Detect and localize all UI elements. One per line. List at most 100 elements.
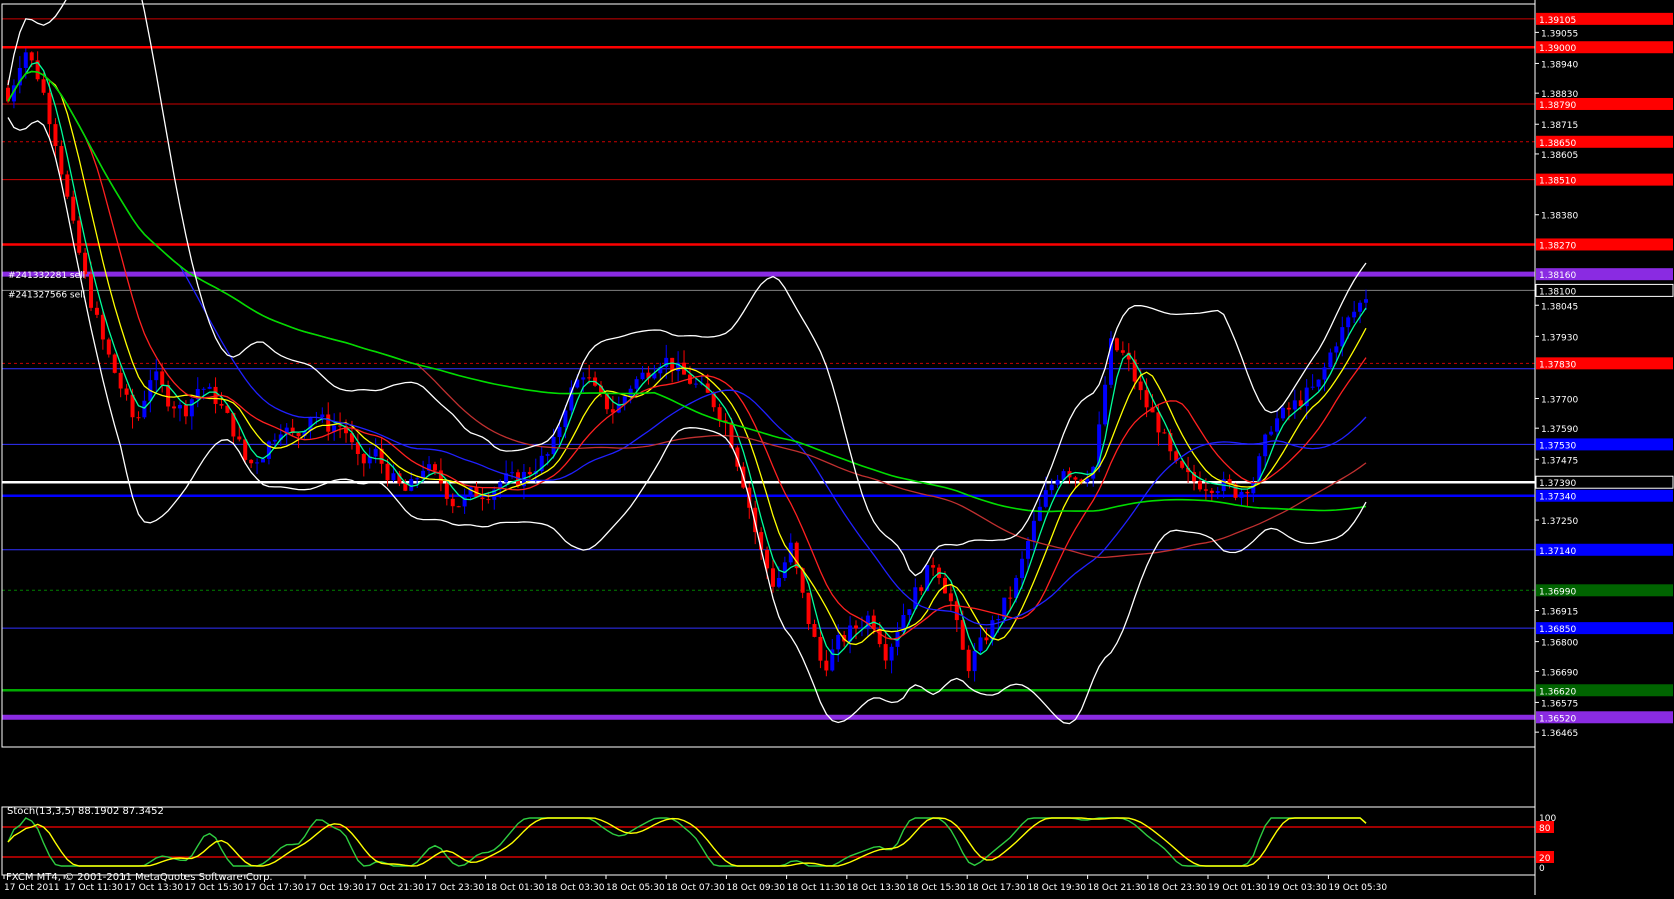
y-tick-label: 1.36465 xyxy=(1541,729,1578,739)
candle-body xyxy=(403,483,408,491)
candle-body xyxy=(1073,477,1078,480)
candles xyxy=(6,48,1368,682)
price-label: 1.38650 xyxy=(1539,139,1576,149)
candle-body xyxy=(563,410,568,428)
candle-body xyxy=(1138,381,1143,391)
candle-body xyxy=(1269,431,1274,435)
y-tick-label: 1.39055 xyxy=(1541,29,1578,39)
candle-body xyxy=(65,174,70,197)
x-tick-label: 17 Oct 15:30 xyxy=(185,883,244,893)
x-tick-label: 18 Oct 03:30 xyxy=(546,883,605,893)
candle-body xyxy=(1031,520,1036,542)
x-tick-label: 18 Oct 07:30 xyxy=(666,883,725,893)
candle-body xyxy=(23,52,28,68)
price-label: 1.38510 xyxy=(1539,177,1576,187)
candle-body xyxy=(978,637,983,651)
y-tick-label: 1.37475 xyxy=(1541,456,1578,466)
bollinger-upper-line xyxy=(7,0,1367,577)
ma-fast-line xyxy=(7,61,1367,656)
stoch-axis-label: 0 xyxy=(1539,864,1545,874)
candle-body xyxy=(1239,491,1244,498)
y-tick-label: 1.36690 xyxy=(1541,668,1578,678)
price-label: 1.36620 xyxy=(1539,687,1576,697)
candle-body xyxy=(1049,484,1054,491)
order-label: #241332281 sell xyxy=(8,271,85,281)
y-tick-label: 1.37930 xyxy=(1541,333,1578,343)
stoch-axis-label: 20 xyxy=(1539,854,1551,864)
candle-body xyxy=(966,649,971,672)
candle-body xyxy=(296,432,301,437)
candle-body xyxy=(59,146,64,175)
candle-body xyxy=(948,593,953,602)
candle-body xyxy=(628,388,633,397)
x-tick-label: 17 Oct 13:30 xyxy=(124,883,183,893)
candle-body xyxy=(112,354,117,373)
candle-body xyxy=(450,498,455,507)
candle-body xyxy=(984,637,989,641)
stoch-axis-label: 80 xyxy=(1539,824,1551,834)
price-label: 1.37530 xyxy=(1539,441,1576,451)
candle-body xyxy=(919,587,924,592)
footer-copyright: FXCM MT4, © 2001-2011 MetaQuotes Softwar… xyxy=(6,872,273,883)
stochastic-pane[interactable] xyxy=(2,817,1535,867)
candle-body xyxy=(219,403,224,406)
x-tick-label: 17 Oct 2011 xyxy=(4,883,60,893)
candle-body xyxy=(136,417,141,419)
candle-body xyxy=(255,462,260,464)
candle-body xyxy=(415,478,420,480)
x-tick-label: 17 Oct 23:30 xyxy=(425,883,484,893)
candle-body xyxy=(71,196,76,221)
candle-body xyxy=(1120,350,1125,353)
price-pane[interactable]: #241332281 sell #241327566 sell xyxy=(2,0,1535,725)
candle-body xyxy=(462,494,467,507)
candle-body xyxy=(177,404,182,409)
candle-body xyxy=(47,92,52,125)
candle-body xyxy=(1025,541,1030,559)
candle-body xyxy=(996,619,1001,621)
x-tick-label: 17 Oct 17:30 xyxy=(245,883,304,893)
y-tick-label: 1.37700 xyxy=(1541,395,1578,405)
candle-body xyxy=(818,636,823,661)
y-tick-label: 1.38380 xyxy=(1541,212,1578,222)
candle-body xyxy=(1156,412,1161,433)
candle-body xyxy=(770,568,775,587)
axes: 1.390551.389401.388301.387151.386051.383… xyxy=(1,0,1674,895)
price-label: 1.38270 xyxy=(1539,241,1576,251)
price-label: 1.36520 xyxy=(1539,714,1576,724)
candle-body xyxy=(154,371,159,381)
x-tick-label: 19 Oct 05:30 xyxy=(1328,883,1387,893)
candle-body xyxy=(373,448,378,457)
candle-body xyxy=(189,399,194,417)
candle-body xyxy=(118,372,123,389)
price-label: 1.38100 xyxy=(1539,287,1576,297)
price-pane-border xyxy=(1,3,1536,748)
candle-body xyxy=(557,427,562,437)
candle-body xyxy=(444,483,449,499)
price-label: 1.38160 xyxy=(1539,271,1576,281)
candle-body xyxy=(1292,400,1297,410)
candle-body xyxy=(587,377,592,379)
x-tick-label: 17 Oct 19:30 xyxy=(305,883,364,893)
y-tick-label: 1.37590 xyxy=(1541,425,1578,435)
candle-body xyxy=(94,307,99,315)
candle-body xyxy=(1245,491,1250,494)
candle-body xyxy=(1322,367,1327,380)
x-tick-label: 18 Oct 13:30 xyxy=(847,883,906,893)
candle-body xyxy=(1280,407,1285,419)
candle-body xyxy=(889,646,894,661)
candle-body xyxy=(1215,491,1220,493)
candle-body xyxy=(1203,489,1208,491)
chart-canvas[interactable]: #241332281 sell #241327566 sell 1.39055 1.… xyxy=(0,0,1674,895)
candle-body xyxy=(545,454,550,456)
candle-body xyxy=(1364,299,1368,303)
candle-body xyxy=(854,625,859,629)
candle-body xyxy=(243,439,248,460)
candle-body xyxy=(907,609,912,615)
x-tick-label: 18 Oct 17:30 xyxy=(967,883,1026,893)
candle-body xyxy=(41,79,46,93)
candle-body xyxy=(954,601,959,621)
candle-body xyxy=(1008,597,1013,599)
chart-window[interactable]: #241332281 sell #241327566 sell 1.39055 1.… xyxy=(0,0,1674,895)
candle-body xyxy=(883,644,888,661)
candle-body xyxy=(1263,434,1268,457)
